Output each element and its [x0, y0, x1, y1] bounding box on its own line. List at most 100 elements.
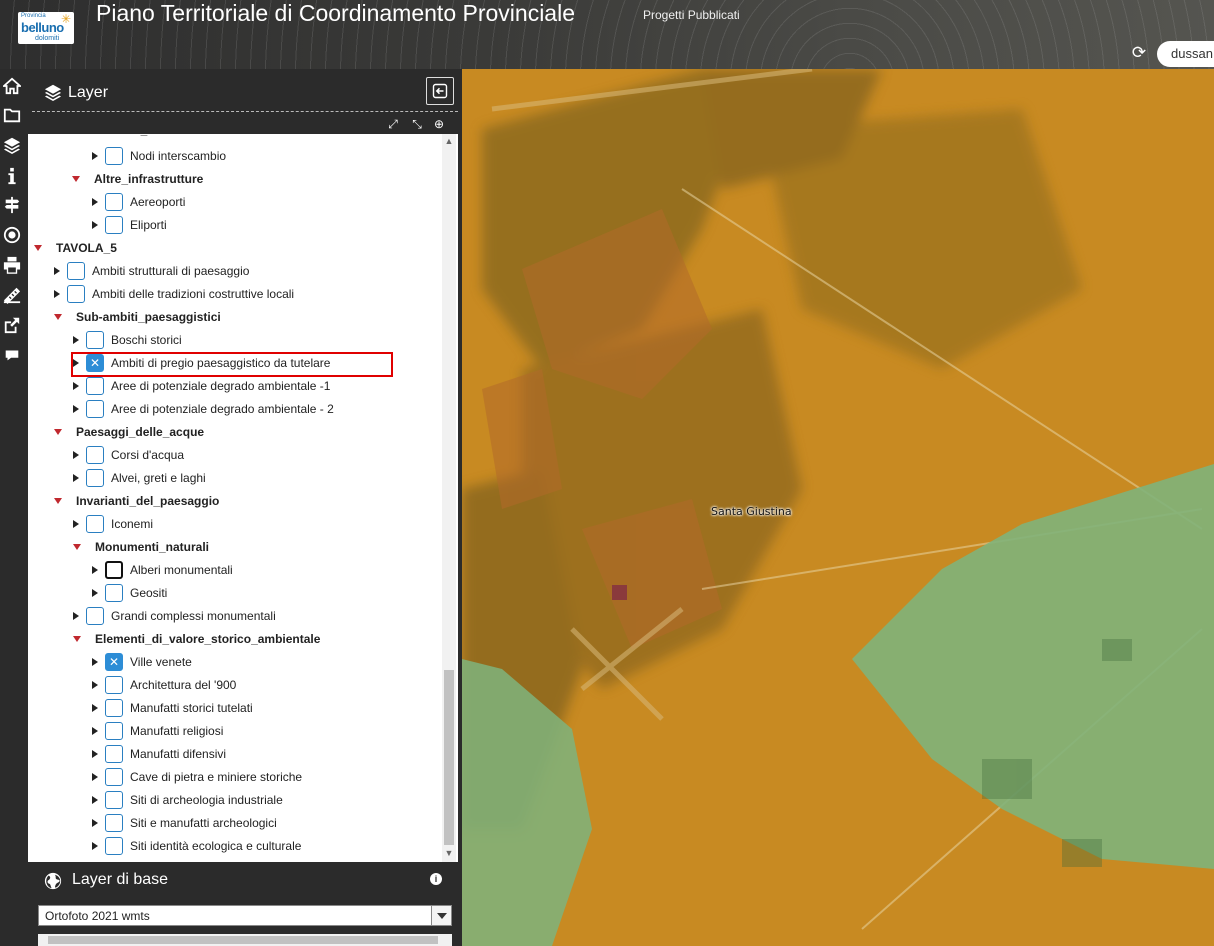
- chevron-down-icon[interactable]: [431, 906, 451, 925]
- caret-right-icon[interactable]: [92, 589, 98, 597]
- layer-row[interactable]: Alvei, greti e laghi: [73, 468, 206, 488]
- scroll-up-arrow-icon[interactable]: ▲: [442, 136, 456, 148]
- layer-row[interactable]: Manufatti difensivi: [92, 744, 226, 764]
- layer-checkbox[interactable]: [105, 147, 123, 165]
- layer-row[interactable]: Architettura del '900: [92, 675, 236, 695]
- caret-right-icon[interactable]: [92, 819, 98, 827]
- layer-row[interactable]: Grandi complessi monumentali: [73, 606, 276, 626]
- layer-group-row[interactable]: Monumenti_naturali: [73, 537, 209, 557]
- target-icon[interactable]: [1, 224, 23, 246]
- caret-right-icon[interactable]: [54, 290, 60, 298]
- map-view[interactable]: Santa Giustina: [462, 69, 1214, 946]
- scroll-down-arrow-icon[interactable]: ▼: [442, 848, 456, 860]
- layer-checkbox[interactable]: [105, 814, 123, 832]
- layer-row[interactable]: Cave di pietra e miniere storiche: [92, 767, 302, 787]
- layer-group-row[interactable]: Altre_infrastrutture: [72, 169, 203, 189]
- caret-right-icon[interactable]: [92, 658, 98, 666]
- caret-right-icon[interactable]: [92, 704, 98, 712]
- expand-all-icon[interactable]: ⤢: [386, 117, 400, 131]
- caret-right-icon[interactable]: [92, 796, 98, 804]
- caret-right-icon[interactable]: [92, 221, 98, 229]
- layer-row[interactable]: Manufatti storici tutelati: [92, 698, 253, 718]
- signpost-icon[interactable]: [1, 194, 23, 216]
- caret-down-icon[interactable]: [34, 245, 42, 251]
- layer-checkbox[interactable]: [105, 722, 123, 740]
- layer-row[interactable]: Geositi: [92, 583, 167, 603]
- caret-right-icon[interactable]: [92, 750, 98, 758]
- caret-down-icon[interactable]: [54, 429, 62, 435]
- base-layer-select[interactable]: Ortofoto 2021 wmts: [38, 905, 452, 926]
- layer-group-row[interactable]: Sub-ambiti_paesaggistici: [54, 307, 221, 327]
- layer-row[interactable]: ✕ Ville venete: [92, 652, 192, 672]
- folder-icon[interactable]: [1, 104, 23, 126]
- layer-row[interactable]: Eliporti: [92, 215, 167, 235]
- layer-row[interactable]: Siti di archeologia industriale: [92, 790, 283, 810]
- caret-right-icon[interactable]: [73, 336, 79, 344]
- layer-checkbox[interactable]: [105, 584, 123, 602]
- layer-row[interactable]: Ambiti strutturali di paesaggio: [54, 261, 249, 281]
- layer-checkbox[interactable]: [105, 791, 123, 809]
- layer-row[interactable]: Siti e manufatti archeologici: [92, 813, 277, 833]
- layer-row[interactable]: Manufatti religiosi: [92, 721, 223, 741]
- layer-checkbox[interactable]: [86, 607, 104, 625]
- caret-down-icon[interactable]: [54, 314, 62, 320]
- provincia-belluno-logo[interactable]: Provincia belluno dolomiti ✳: [18, 12, 74, 44]
- caret-right-icon[interactable]: [73, 520, 79, 528]
- caret-right-icon[interactable]: [73, 382, 79, 390]
- layer-checkbox[interactable]: [105, 216, 123, 234]
- refresh-icon[interactable]: ⟳: [1130, 44, 1148, 62]
- layer-checkbox[interactable]: [86, 377, 104, 395]
- caret-right-icon[interactable]: [92, 773, 98, 781]
- zoom-in-icon[interactable]: ⊕: [432, 117, 446, 131]
- layer-row[interactable]: Nodi interscambio: [92, 146, 226, 166]
- caret-down-icon[interactable]: [54, 498, 62, 504]
- layer-group-row[interactable]: TAVOLA_5: [34, 238, 117, 258]
- caret-down-icon[interactable]: [73, 544, 81, 550]
- layer-checkbox[interactable]: [86, 515, 104, 533]
- user-menu-button[interactable]: dussan: [1157, 41, 1214, 67]
- layer-row[interactable]: Alberi monumentali: [92, 560, 233, 580]
- layer-row[interactable]: Aree di potenziale degrado ambientale -1: [73, 376, 330, 396]
- layer-checkbox[interactable]: [105, 561, 123, 579]
- info-icon[interactable]: [1, 165, 23, 187]
- share-icon[interactable]: [1, 314, 23, 336]
- home-icon[interactable]: [1, 75, 23, 97]
- layer-checkbox[interactable]: [86, 400, 104, 418]
- horizontal-scrollbar-thumb[interactable]: [48, 936, 438, 944]
- collapse-all-icon[interactable]: ⤡: [410, 117, 424, 131]
- layer-group-row[interactable]: Invarianti_del_paesaggio: [54, 491, 219, 511]
- layer-checkbox[interactable]: [67, 262, 85, 280]
- caret-down-icon[interactable]: [73, 636, 81, 642]
- caret-right-icon[interactable]: [92, 152, 98, 160]
- layer-tree-scrollbar[interactable]: ▲ ▼: [442, 134, 456, 862]
- layer-row[interactable]: Iconemi: [73, 514, 153, 534]
- caret-right-icon[interactable]: [92, 681, 98, 689]
- horizontal-scrollbar[interactable]: [38, 934, 452, 946]
- layer-row[interactable]: Aree di potenziale degrado ambientale - …: [73, 399, 334, 419]
- layer-checkbox[interactable]: [105, 768, 123, 786]
- layer-group-row[interactable]: Elementi_di_valore_storico_ambientale: [73, 629, 320, 649]
- layer-row[interactable]: Siti identità ecologica e culturale: [92, 836, 301, 856]
- comment-icon[interactable]: [1, 344, 23, 366]
- layer-checkbox[interactable]: [105, 676, 123, 694]
- layer-group-row[interactable]: Nodi_intermodali: [92, 134, 212, 140]
- caret-right-icon[interactable]: [92, 198, 98, 206]
- scrollbar-thumb[interactable]: [444, 670, 454, 845]
- layer-checkbox[interactable]: ✕: [105, 653, 123, 671]
- layer-checkbox[interactable]: [105, 193, 123, 211]
- layer-row[interactable]: Ambiti delle tradizioni costruttive loca…: [54, 284, 294, 304]
- collapse-panel-button[interactable]: [426, 77, 454, 105]
- layer-checkbox[interactable]: [105, 837, 123, 855]
- caret-right-icon[interactable]: [73, 612, 79, 620]
- info-icon[interactable]: i: [430, 873, 442, 885]
- layer-row[interactable]: Boschi storici: [73, 330, 182, 350]
- caret-right-icon[interactable]: [92, 727, 98, 735]
- layer-row[interactable]: Aereoporti: [92, 192, 185, 212]
- layer-checkbox[interactable]: [86, 331, 104, 349]
- caret-right-icon[interactable]: [92, 566, 98, 574]
- layer-checkbox[interactable]: [105, 699, 123, 717]
- caret-right-icon[interactable]: [73, 474, 79, 482]
- layer-checkbox[interactable]: [86, 469, 104, 487]
- print-icon[interactable]: [1, 254, 23, 276]
- caret-down-icon[interactable]: [72, 176, 80, 182]
